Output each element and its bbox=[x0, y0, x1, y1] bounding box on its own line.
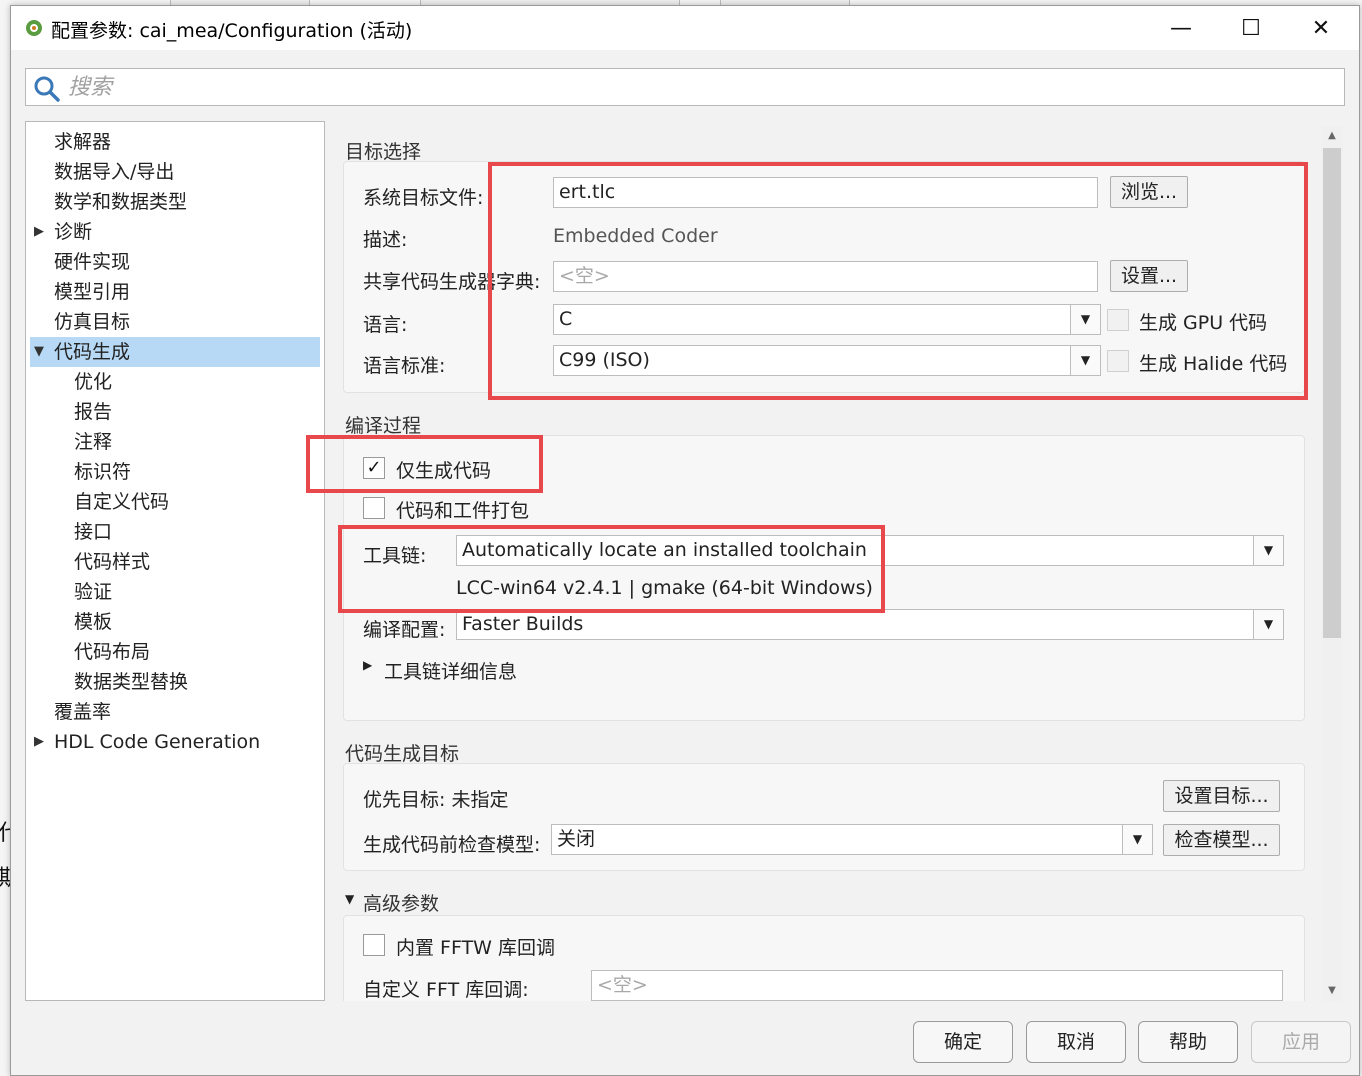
language-label: 语言: bbox=[363, 314, 408, 336]
minimize-button[interactable]: — bbox=[1146, 6, 1216, 50]
tree-item-label: 代码布局 bbox=[74, 641, 151, 663]
title-bar: 配置参数: cai_mea/Configuration (活动) — ☐ ✕ bbox=[11, 6, 1359, 50]
scroll-thumb[interactable] bbox=[1323, 148, 1341, 638]
gear-icon bbox=[26, 20, 42, 36]
highlight-box-generate-only bbox=[306, 435, 543, 493]
fftw-label: 内置 FFTW 库回调 bbox=[396, 937, 555, 959]
cancel-button[interactable]: 取消 bbox=[1026, 1021, 1126, 1063]
section-title-objectives: 代码生成目标 bbox=[345, 743, 460, 765]
tree-item-label: 代码生成 bbox=[54, 341, 131, 363]
fft-label: 自定义 FFT 库回调: bbox=[363, 979, 529, 1001]
chevron-down-icon[interactable]: ▼ bbox=[1122, 825, 1152, 854]
tree-item-label: 注释 bbox=[74, 431, 113, 453]
search-input[interactable] bbox=[68, 73, 1328, 101]
tree-item-data-import[interactable]: 数据导入/导出 bbox=[26, 157, 324, 187]
package-checkbox[interactable] bbox=[363, 497, 385, 519]
tree-item-label: 模型引用 bbox=[54, 281, 131, 303]
check-model-select[interactable]: 关闭 ▼ bbox=[551, 824, 1153, 855]
tree-item-model-ref[interactable]: 模型引用 bbox=[26, 277, 324, 307]
tree-item-label: 自定义代码 bbox=[74, 491, 170, 513]
tree-item-hardware[interactable]: 硬件实现 bbox=[26, 247, 324, 277]
build-config-label: 编译配置: bbox=[363, 619, 446, 641]
tree-item-math-types[interactable]: 数学和数据类型 bbox=[26, 187, 324, 217]
tree-item-hdl[interactable]: ▶ HDL Code Generation bbox=[26, 727, 324, 757]
tree-item-coverage[interactable]: 覆盖率 bbox=[26, 697, 324, 727]
scroll-down-icon[interactable]: ▼ bbox=[1321, 981, 1343, 1001]
category-tree: 求解器 数据导入/导出 数学和数据类型 ▶ 诊断 硬件实现 模型引用 仿真目标 ▼… bbox=[25, 121, 325, 1001]
scroll-up-icon[interactable]: ▲ bbox=[1321, 126, 1343, 146]
expand-right-icon[interactable]: ▶ bbox=[363, 658, 372, 672]
apply-button[interactable]: 应用 bbox=[1251, 1021, 1351, 1063]
tree-item-label: 硬件实现 bbox=[54, 251, 131, 273]
tree-item-code-placement[interactable]: 代码布局 bbox=[26, 637, 324, 667]
standard-label: 语言标准: bbox=[363, 355, 446, 377]
expand-right-icon[interactable]: ▶ bbox=[34, 217, 44, 247]
tree-item-identifiers[interactable]: 标识符 bbox=[26, 457, 324, 487]
tree-item-report[interactable]: 报告 bbox=[26, 397, 324, 427]
highlight-box-target bbox=[488, 162, 1308, 400]
package-label: 代码和工件打包 bbox=[396, 500, 530, 522]
fft-field[interactable]: <空> bbox=[591, 970, 1283, 1001]
description-label: 描述: bbox=[363, 229, 408, 251]
tree-item-label: 诊断 bbox=[54, 221, 93, 243]
tree-item-label: 数据类型替换 bbox=[74, 671, 189, 693]
check-model-label: 生成代码前检查模型: bbox=[363, 834, 541, 856]
tree-item-label: 数学和数据类型 bbox=[54, 191, 188, 213]
expand-down-icon[interactable]: ▼ bbox=[34, 337, 44, 367]
fftw-checkbox[interactable] bbox=[363, 934, 385, 956]
system-target-label: 系统目标文件: bbox=[363, 187, 484, 209]
section-title-target: 目标选择 bbox=[345, 141, 422, 163]
close-button[interactable]: ✕ bbox=[1286, 6, 1356, 50]
build-config-value: Faster Builds bbox=[462, 613, 584, 635]
tree-item-label: 验证 bbox=[74, 581, 113, 603]
expand-right-icon[interactable]: ▶ bbox=[34, 727, 44, 757]
tree-item-interface[interactable]: 接口 bbox=[26, 517, 324, 547]
tree-item-label: 求解器 bbox=[54, 131, 112, 153]
tree-item-data-type-replacement[interactable]: 数据类型替换 bbox=[26, 667, 324, 697]
chevron-down-icon[interactable]: ▼ bbox=[1253, 536, 1283, 565]
tree-item-code-generation[interactable]: ▼ 代码生成 bbox=[30, 337, 320, 367]
tree-item-custom-code[interactable]: 自定义代码 bbox=[26, 487, 324, 517]
section-title-build: 编译过程 bbox=[345, 415, 422, 437]
check-model-button[interactable]: 检查模型... bbox=[1163, 824, 1280, 856]
tree-item-label: 模板 bbox=[74, 611, 113, 633]
tree-item-verification[interactable]: 验证 bbox=[26, 577, 324, 607]
search-icon bbox=[34, 76, 60, 102]
window-title: 配置参数: cai_mea/Configuration (活动) bbox=[51, 20, 413, 42]
tree-item-sim-target[interactable]: 仿真目标 bbox=[26, 307, 324, 337]
tree-item-label: 代码样式 bbox=[74, 551, 151, 573]
search-box[interactable] bbox=[25, 68, 1345, 106]
tree-item-comments[interactable]: 注释 bbox=[26, 427, 324, 457]
maximize-button[interactable]: ☐ bbox=[1216, 6, 1286, 50]
tree-item-label: 数据导入/导出 bbox=[54, 161, 175, 183]
tree-item-templates[interactable]: 模板 bbox=[26, 607, 324, 637]
tree-item-label: HDL Code Generation bbox=[54, 731, 261, 753]
tree-item-label: 覆盖率 bbox=[54, 701, 112, 723]
tree-item-optimization[interactable]: 优化 bbox=[26, 367, 324, 397]
expand-down-icon[interactable]: ▼ bbox=[345, 892, 354, 906]
help-button[interactable]: 帮助 bbox=[1138, 1021, 1238, 1063]
check-model-value: 关闭 bbox=[557, 828, 596, 850]
tree-item-solver[interactable]: 求解器 bbox=[26, 127, 324, 157]
chevron-down-icon[interactable]: ▼ bbox=[1253, 610, 1283, 639]
toolchain-details-label[interactable]: 工具链详细信息 bbox=[384, 657, 517, 684]
set-objectives-button[interactable]: 设置目标... bbox=[1163, 780, 1280, 812]
tree-item-code-style[interactable]: 代码样式 bbox=[26, 547, 324, 577]
vertical-scrollbar[interactable]: ▲ ▼ bbox=[1321, 126, 1343, 1001]
ok-button[interactable]: 确定 bbox=[913, 1021, 1013, 1063]
tree-item-label: 仿真目标 bbox=[54, 311, 131, 333]
tree-item-label: 标识符 bbox=[74, 461, 132, 483]
config-dialog: 配置参数: cai_mea/Configuration (活动) — ☐ ✕ 求… bbox=[10, 5, 1360, 1076]
section-title-advanced[interactable]: 高级参数 bbox=[363, 889, 439, 916]
tree-item-diagnostics[interactable]: ▶ 诊断 bbox=[26, 217, 324, 247]
priority-label: 优先目标: 未指定 bbox=[363, 789, 509, 811]
tree-item-label: 报告 bbox=[74, 401, 113, 423]
highlight-box-toolchain bbox=[338, 525, 885, 613]
tree-item-label: 优化 bbox=[74, 371, 113, 393]
tree-item-label: 接口 bbox=[74, 521, 113, 543]
build-config-select[interactable]: Faster Builds ▼ bbox=[456, 609, 1284, 640]
